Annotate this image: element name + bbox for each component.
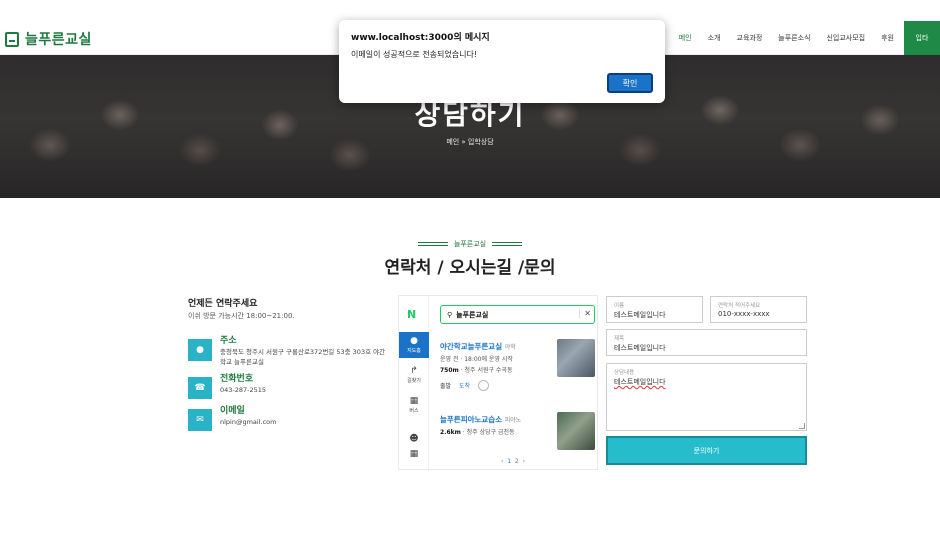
phone-field-label: 연락처 적어주세요: [718, 303, 761, 309]
map-sidebar: N ● 지도홈 ↱ 길찾기 ▦ 버스 ☻ ▦: [399, 296, 429, 471]
arrive-button[interactable]: 도착: [459, 381, 470, 390]
nav-item-donate[interactable]: 후원: [881, 33, 894, 43]
login-button[interactable]: 입타: [904, 21, 940, 55]
nav-item-recruit[interactable]: 신입교사모집: [826, 33, 865, 43]
phone-label: 전화번호: [220, 374, 254, 384]
save-place-icon[interactable]: [478, 380, 490, 391]
address-label: 주소: [220, 336, 237, 346]
content-field-value: 테스트메일입니다: [614, 378, 666, 386]
result-thumbnail[interactable]: [557, 339, 595, 377]
name-field[interactable]: 이름 테스트메일입니다: [606, 296, 703, 323]
page-1[interactable]: 1: [507, 458, 511, 465]
profile-icon[interactable]: ☻: [399, 434, 429, 445]
subject-field-label: 제목: [614, 336, 625, 342]
person-icon: ☻: [409, 434, 419, 444]
directions-label: 길찾기: [407, 378, 421, 384]
contact-hours: 이쉬 방문 가능시간 18:00~21:00.: [188, 312, 295, 320]
subtitle-divider-left: [417, 242, 448, 246]
site-logo[interactable]: 늘푸른교실: [5, 29, 92, 49]
pagination: ‹ 1 2 ›: [399, 458, 597, 465]
alert-dialog: www.localhost:3000의 메시지 이메일이 성공적으로 전송되었습…: [339, 20, 665, 103]
logo-text: 늘푸른교실: [25, 32, 92, 48]
result-thumbnail[interactable]: [557, 412, 595, 450]
naver-logo[interactable]: N: [407, 308, 416, 321]
result-name: 야간학교늘푸른교실: [440, 342, 503, 351]
prev-page-icon[interactable]: ‹: [501, 458, 503, 465]
naver-map-widget: N ● 지도홈 ↱ 길찾기 ▦ 버스 ☻ ▦ ⚲ 늘푸른교실 ✕ 야간학교늘푸른교실 …: [398, 295, 598, 471]
subtitle-divider-right: [492, 242, 523, 246]
close-icon[interactable]: ✕: [579, 309, 591, 318]
search-result[interactable]: 야간학교늘푸른교실 야학 운영 전 · 18:00에 운영 시작 750m · …: [440, 339, 595, 391]
directions-button[interactable]: ↱ 길찾기: [399, 366, 429, 384]
map-search-input[interactable]: ⚲ 늘푸른교실 ✕: [440, 305, 595, 324]
subject-field-value: 테스트메일입니다: [614, 344, 666, 352]
dialog-message: 이메일이 성공적으로 전송되었습니다!: [351, 50, 478, 59]
name-field-value: 테스트메일입니다: [614, 311, 666, 319]
dialog-ok-button[interactable]: 확인: [607, 73, 653, 93]
map-home-label: 지도홈: [407, 348, 421, 354]
dialog-title: www.localhost:3000의 메시지: [351, 33, 490, 43]
section-subtitle-text: 늘푸른교실: [453, 240, 487, 248]
phone-value: 043-287-2515: [220, 386, 267, 394]
phone-field[interactable]: 연락처 적어주세요 010-xxxx-xxxx: [710, 296, 807, 323]
nav-item-about[interactable]: 소개: [708, 33, 721, 43]
map-pin-icon: ●: [410, 336, 418, 346]
nav-item-news[interactable]: 늘푸른소식: [778, 33, 810, 43]
content-textarea[interactable]: 상담내용 테스트메일입니다: [606, 363, 807, 431]
bus-label: 버스: [409, 408, 419, 414]
subject-field[interactable]: 제목 테스트메일입니다: [606, 329, 807, 356]
result-area: · 청주 상당구 금천동: [462, 429, 515, 436]
map-home-button[interactable]: ● 지도홈: [399, 332, 429, 358]
main-nav: 메인 소개 교육과정 늘푸른소식 신입교사모집 후원: [679, 33, 894, 43]
result-name: 늘푸른피아노교습소: [440, 415, 503, 424]
search-icon: ⚲: [447, 310, 453, 319]
next-page-icon[interactable]: ›: [523, 458, 525, 465]
nav-item-curriculum[interactable]: 교육과정: [737, 33, 763, 43]
depart-button[interactable]: 출발: [440, 381, 451, 390]
address-value: 충청북도 청주시 서원구 구룡산로372번길 53충 303호 야간학교 늘푸른…: [220, 348, 386, 366]
result-category: 피아노: [504, 417, 522, 424]
submit-button[interactable]: 문의하기: [606, 436, 807, 465]
phone-icon: ☎: [188, 377, 212, 399]
phone-field-value: 010-xxxx-xxxx: [718, 310, 770, 318]
email-value: nlpin@gmail.com: [220, 418, 277, 426]
section-title: 연락처 / 오시는길 /문의: [384, 258, 556, 278]
section-subtitle: 늘푸른교실: [0, 239, 940, 249]
breadcrumb: 메인 » 입학상담: [446, 138, 494, 146]
directions-arrow-icon: ↱: [410, 366, 418, 376]
search-result[interactable]: 늘푸른피아노교습소 피아노 2.6km · 청주 상당구 금천동: [440, 412, 595, 450]
result-actions: 출발 도착: [440, 380, 595, 391]
location-pin-icon: ●: [188, 339, 212, 361]
search-query-text: 늘푸른교실: [456, 310, 489, 319]
email-label: 이메일: [220, 406, 245, 416]
mail-icon: ✉: [188, 409, 212, 431]
page-2[interactable]: 2: [515, 458, 519, 465]
resize-handle-icon[interactable]: [799, 423, 805, 429]
result-distance: 750m: [440, 367, 459, 374]
result-area: · 청주 서원구 수곡동: [460, 367, 513, 374]
content-field-label: 상담내용: [614, 370, 635, 376]
name-field-label: 이름: [614, 303, 625, 309]
result-category: 야학: [504, 344, 516, 351]
bus-button[interactable]: ▦ 버스: [399, 396, 429, 414]
book-icon: [5, 31, 19, 47]
contact-title: 언제든 연락주세요: [188, 299, 258, 309]
result-distance: 2.6km: [440, 429, 461, 436]
bus-icon: ▦: [409, 396, 419, 406]
page: 늘푸른교실 메인 소개 교육과정 늘푸른소식 신입교사모집 후원 입타 상담하기…: [0, 0, 940, 546]
nav-item-main[interactable]: 메인: [679, 33, 692, 43]
